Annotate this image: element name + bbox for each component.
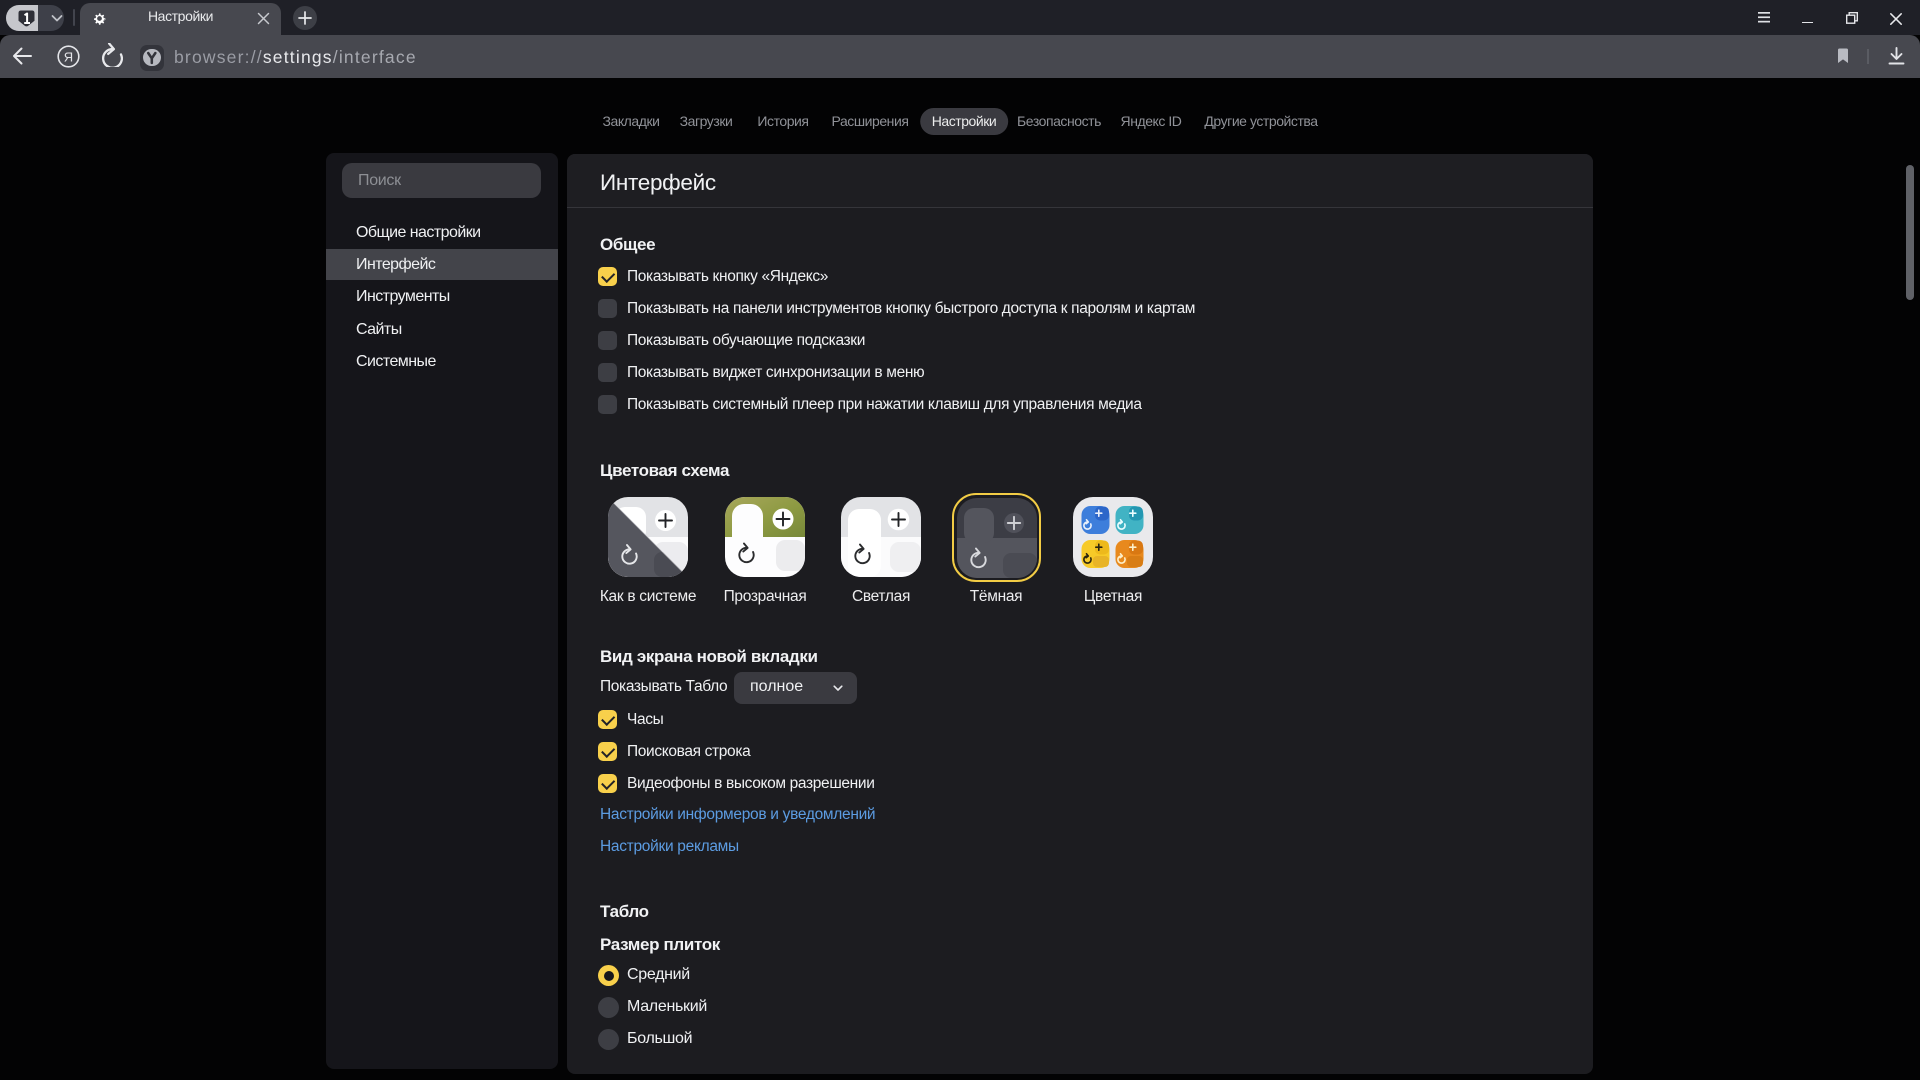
svg-text:Я: Я (64, 49, 73, 64)
